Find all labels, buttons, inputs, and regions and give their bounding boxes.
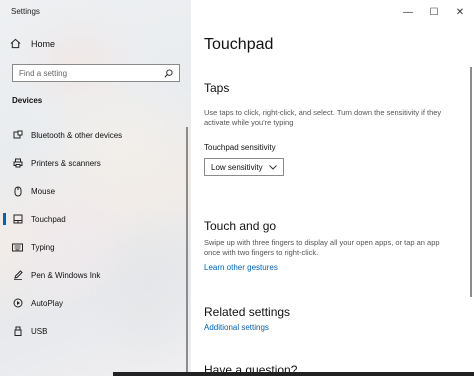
window-title: Settings (11, 7, 40, 16)
related-settings-heading: Related settings (204, 305, 291, 319)
maximize-icon: ☐ (429, 6, 439, 18)
sidebar-item-usb[interactable]: USB (0, 321, 178, 341)
usb-icon (12, 326, 23, 337)
printer-icon (12, 158, 23, 169)
keyboard-icon (12, 242, 23, 253)
sidebar-item-pen[interactable]: Pen & Windows Ink (0, 265, 178, 285)
bottom-edge (113, 372, 474, 376)
autoplay-icon (12, 298, 23, 309)
sidebar-item-label: Printers & scanners (31, 158, 101, 168)
home-icon (10, 38, 21, 49)
home-label: Home (31, 38, 56, 49)
touchpad-icon (12, 214, 23, 225)
sidebar-item-label: Typing (31, 242, 55, 252)
sidebar-scrollbar[interactable] (186, 127, 188, 376)
sidebar-item-label: USB (31, 326, 48, 336)
main-content: Touchpad Taps Use taps to click, right-c… (191, 0, 474, 376)
maximize-button[interactable]: ☐ (420, 2, 448, 22)
sidebar-item-touchpad[interactable]: Touchpad (0, 209, 178, 229)
touch-and-go-heading: Touch and go (204, 219, 277, 233)
chevron-down-icon (269, 164, 277, 170)
dropdown-value: Low sensitivity (211, 162, 263, 172)
additional-settings-link[interactable]: Additional settings (204, 323, 269, 332)
section-label-devices: Devices (12, 96, 43, 105)
home-button[interactable]: Home (10, 38, 55, 49)
search-placeholder: Find a setting (19, 68, 68, 78)
sidebar-item-label: Touchpad (31, 214, 66, 224)
sidebar-item-typing[interactable]: Typing (0, 237, 178, 257)
pen-icon (12, 270, 23, 281)
sidebar-item-label: Bluetooth & other devices (31, 130, 123, 140)
page-title: Touchpad (204, 36, 274, 53)
close-button[interactable]: ✕ (446, 2, 474, 22)
minimize-icon: — (403, 6, 413, 18)
sidebar-item-label: Mouse (31, 186, 56, 196)
close-icon: ✕ (455, 6, 465, 18)
sidebar-item-label: AutoPlay (31, 298, 64, 308)
sidebar-item-label: Pen & Windows Ink (31, 270, 101, 280)
touch-and-go-description: Swipe up with three fingers to display a… (204, 238, 440, 257)
title-bar: Settings — ☐ ✕ (0, 0, 474, 24)
sidebar-item-printers[interactable]: Printers & scanners (0, 153, 178, 173)
minimize-button[interactable]: — (394, 2, 422, 22)
sidebar-item-bluetooth[interactable]: Bluetooth & other devices (0, 125, 178, 145)
mouse-icon (12, 186, 23, 197)
bluetooth-icon (12, 130, 23, 141)
learn-other-gestures-link[interactable]: Learn other gestures (204, 263, 278, 272)
search-input[interactable]: Find a setting (12, 64, 180, 82)
search-icon[interactable] (164, 68, 173, 78)
sidebar: Home Find a setting Devices Bluetooth & … (0, 0, 191, 376)
taps-description: Use taps to click, right-click, and sele… (204, 108, 442, 127)
sidebar-item-autoplay[interactable]: AutoPlay (0, 293, 178, 313)
sidebar-item-mouse[interactable]: Mouse (0, 181, 178, 201)
touchpad-sensitivity-dropdown[interactable]: Low sensitivity (204, 158, 284, 176)
taps-heading: Taps (204, 81, 230, 95)
main-scrollbar[interactable] (470, 67, 472, 297)
touchpad-sensitivity-label: Touchpad sensitivity (204, 143, 276, 152)
